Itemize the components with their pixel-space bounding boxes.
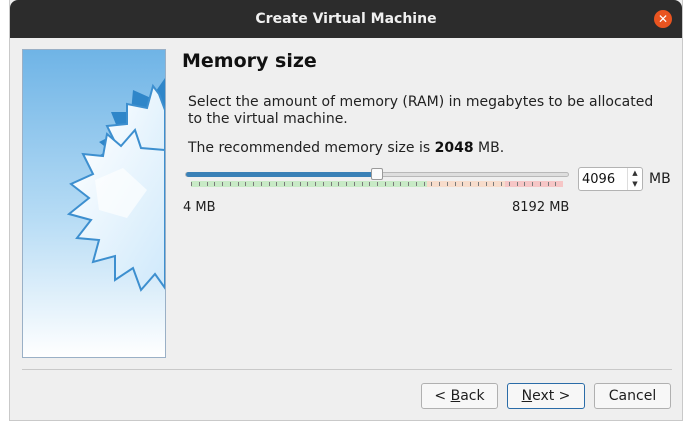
unit-label: MB bbox=[649, 171, 671, 187]
description-text: Select the amount of memory (RAM) in meg… bbox=[188, 94, 654, 127]
max-memory-label: 8192 MB bbox=[512, 200, 570, 215]
min-memory-label: 4 MB bbox=[183, 200, 216, 215]
up-arrow-icon[interactable]: ▲ bbox=[627, 168, 642, 179]
recommended-size-text: The recommended memory size is 2048 MB. bbox=[188, 140, 504, 156]
close-icon[interactable]: ✕ bbox=[654, 10, 672, 28]
title-bar[interactable]: Create Virtual Machine ✕ bbox=[10, 0, 682, 38]
wizard-window: Create Virtual Machine ✕ Memory size Sel… bbox=[9, 0, 683, 421]
next-label-rest: ext > bbox=[532, 388, 571, 404]
gear-illustration bbox=[23, 50, 165, 357]
memory-slider[interactable] bbox=[183, 165, 572, 191]
slider-ticks bbox=[191, 181, 563, 187]
back-label-rest: ack bbox=[460, 388, 485, 404]
recommended-value: 2048 bbox=[434, 140, 474, 156]
tick-marks bbox=[191, 182, 556, 186]
next-button[interactable]: Next > bbox=[507, 383, 585, 409]
slider-fill bbox=[186, 172, 378, 177]
down-arrow-icon[interactable]: ▼ bbox=[627, 179, 642, 190]
cancel-button[interactable]: Cancel bbox=[594, 383, 671, 409]
memory-spinbox[interactable]: ▲ ▼ bbox=[578, 167, 643, 191]
back-mnemonic: B bbox=[450, 388, 461, 404]
button-divider bbox=[22, 369, 672, 370]
window-title: Create Virtual Machine bbox=[255, 11, 437, 27]
next-mnemonic: N bbox=[521, 388, 533, 404]
slider-handle[interactable] bbox=[371, 168, 383, 180]
page-title: Memory size bbox=[182, 50, 317, 72]
back-prefix: < bbox=[434, 388, 451, 404]
recommended-prefix: The recommended memory size is bbox=[188, 140, 435, 156]
recommended-suffix: MB. bbox=[473, 140, 505, 156]
memory-input[interactable] bbox=[582, 170, 624, 188]
wizard-side-image bbox=[22, 49, 166, 358]
back-button[interactable]: < Back bbox=[421, 383, 498, 409]
